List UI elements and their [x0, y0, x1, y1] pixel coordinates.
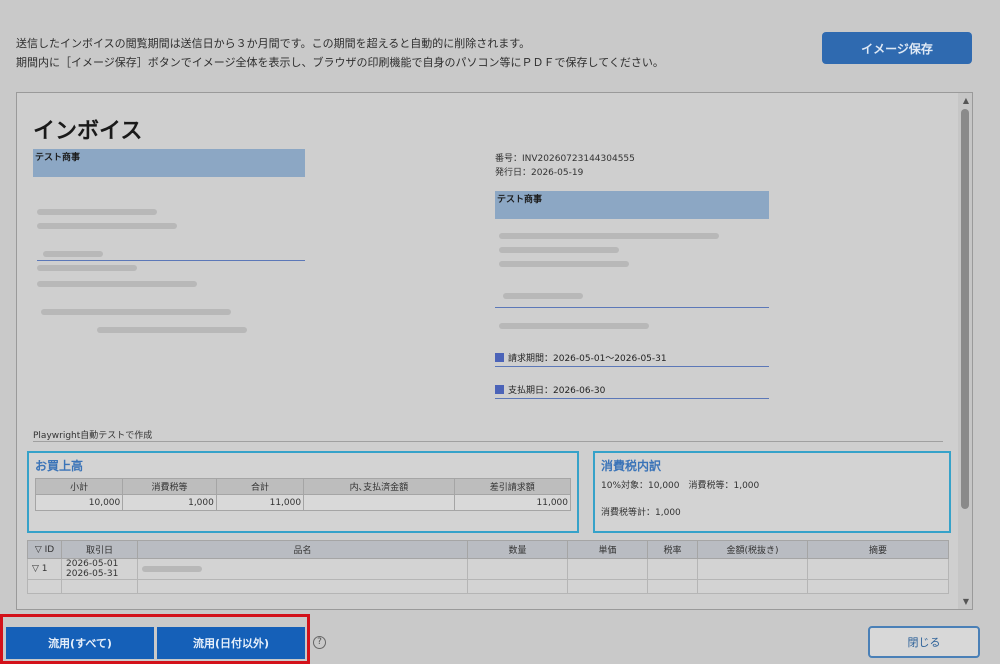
copy-all-button[interactable]: 流用(すべて) [6, 627, 154, 659]
header-tax: 消費税等 [122, 478, 217, 495]
redacted-text [503, 293, 583, 299]
row-id[interactable]: ▽ 1 [27, 558, 62, 580]
redacted-text [37, 223, 177, 229]
header-balance: 差引請求額 [453, 478, 572, 495]
redacted-text [499, 323, 649, 329]
col-tax-rate: 税率 [647, 540, 698, 559]
col-amount: 金額(税抜き) [697, 540, 808, 559]
purchase-summary: お買上高 小計 消費税等 合計 内､支払済金額 差引請求額 10,000 1,0… [27, 451, 579, 533]
help-icon[interactable]: ? [313, 636, 326, 649]
invoice-title: インボイス [33, 119, 143, 144]
value-total: 11,000 [215, 494, 305, 511]
notice-line-2: 期間内に［イメージ保存］ボタンでイメージ全体を表示し、ブラウザの印刷機能で自身の… [16, 56, 664, 69]
redacted-text [499, 233, 719, 239]
billing-period: 請求期間：2026-05-01～2026-05-31 [495, 351, 667, 364]
redacted-text [499, 261, 629, 267]
tax-breakdown: 消費税内訳 10%対象：10,000 消費税等：1,000 消費税等計：1,00… [593, 451, 951, 533]
issue-date: 発行日：2026-05-19 [495, 168, 584, 178]
row-tax-rate [647, 558, 698, 580]
vertical-scrollbar[interactable]: ▲ ▼ [958, 93, 972, 609]
divider [33, 441, 943, 442]
underline [495, 307, 769, 308]
square-marker-icon [495, 353, 504, 362]
value-balance: 11,000 [453, 494, 572, 511]
header-subtotal: 小計 [34, 478, 124, 495]
copy-except-date-button[interactable]: 流用(日付以外) [157, 627, 305, 659]
col-remarks: 摘要 [807, 540, 949, 559]
col-item: 品名 [137, 540, 468, 559]
col-date: 取引日 [61, 540, 138, 559]
col-qty: 数量 [467, 540, 568, 559]
scroll-thumb[interactable] [961, 109, 969, 509]
purchase-title: お買上高 [35, 459, 84, 473]
payment-due: 支払期日：2026-06-30 [495, 383, 605, 396]
scroll-down-icon[interactable]: ▼ [963, 597, 969, 606]
invoice-note: Playwright自動テストで作成 [33, 431, 153, 441]
recipient-name: テスト商事 [495, 191, 769, 205]
close-button[interactable]: 閉じる [868, 626, 980, 658]
col-id[interactable]: ▽ ID [27, 540, 62, 559]
header-total: 合計 [215, 478, 305, 495]
col-unit-price: 単価 [567, 540, 648, 559]
redacted-text [142, 566, 202, 572]
value-subtotal: 10,000 [34, 494, 124, 511]
sender-name: テスト商事 [33, 149, 305, 163]
notice-line-1: 送信したインボイスの閲覧期間は送信日から３か月間です。この期間を超えると自動的に… [16, 37, 531, 50]
redacted-text [37, 265, 137, 271]
save-image-button[interactable]: イメージ保存 [822, 32, 972, 64]
value-paid [303, 494, 455, 511]
square-marker-icon [495, 385, 504, 394]
redacted-text [37, 209, 157, 215]
retention-notice: 送信したインボイスの閲覧期間は送信日から３か月間です。この期間を超えると自動的に… [16, 34, 664, 72]
line-items-table: ▽ ID 取引日 品名 数量 単価 税率 金額(税抜き) 摘要 ▽ 1 2026… [27, 540, 949, 594]
row-date: 2026-05-01 2026-05-31 [61, 558, 138, 580]
recipient-block: テスト商事 [495, 191, 769, 219]
header-paid: 内､支払済金額 [303, 478, 455, 495]
row-qty [467, 558, 568, 580]
value-tax: 1,000 [122, 494, 217, 511]
tax-line-1: 10%対象：10,000 消費税等：1,000 [601, 481, 760, 491]
tax-title: 消費税内訳 [601, 459, 662, 473]
underline [495, 366, 769, 367]
redacted-text [37, 281, 197, 287]
invoice-preview[interactable]: インボイス テスト商事 番号：INV20260723144304555 発行日：… [16, 92, 973, 610]
underline [37, 260, 305, 261]
row-amount [697, 558, 808, 580]
table-row: ▽ 1 2026-05-01 2026-05-31 [27, 558, 949, 580]
tax-line-2: 消費税等計：1,000 [601, 508, 681, 518]
purchase-table: 小計 消費税等 合計 内､支払済金額 差引請求額 10,000 1,000 11… [34, 478, 572, 511]
row-item [137, 558, 468, 580]
table-row [27, 579, 949, 594]
redacted-text [43, 251, 103, 257]
scroll-up-icon[interactable]: ▲ [963, 96, 969, 105]
underline [495, 398, 769, 399]
redacted-text [499, 247, 619, 253]
row-remarks [807, 558, 949, 580]
redacted-text [97, 327, 247, 333]
redacted-text [41, 309, 231, 315]
invoice-number: 番号：INV20260723144304555 [495, 154, 635, 164]
sender-block: テスト商事 [33, 149, 305, 177]
row-unit-price [567, 558, 648, 580]
